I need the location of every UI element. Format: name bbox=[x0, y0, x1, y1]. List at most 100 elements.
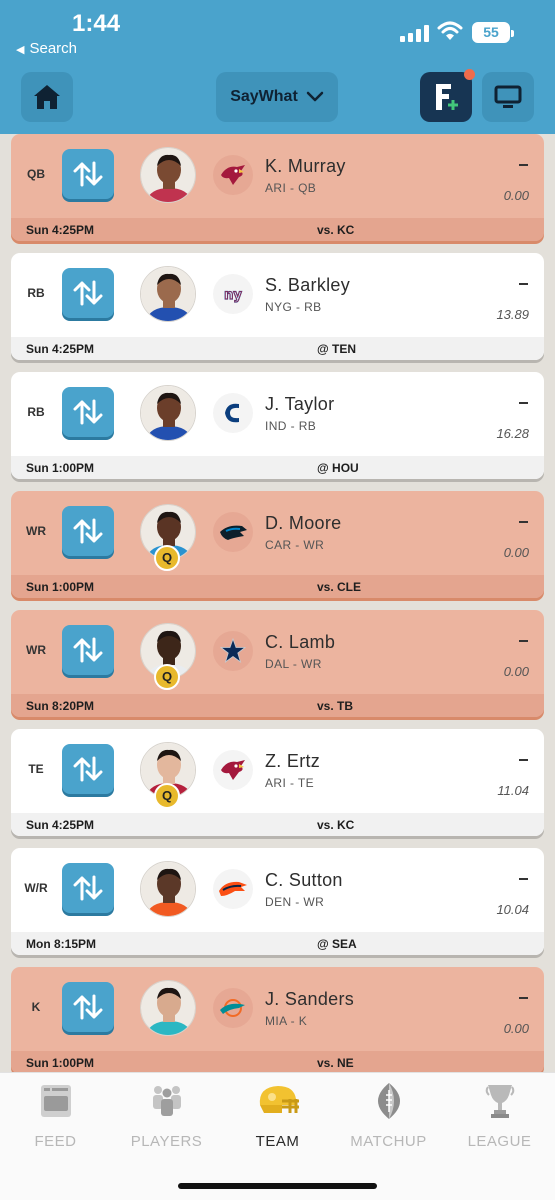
projection-dash bbox=[519, 521, 528, 523]
swap-player-button[interactable] bbox=[62, 744, 114, 794]
player-name[interactable]: J. Taylor bbox=[265, 394, 334, 415]
roster-card[interactable]: RB ny ny S. Barkley NYG - RB 13.89 Sun 4:25PM @… bbox=[11, 253, 544, 360]
roster-card[interactable]: K J. Sanders MIA - K 0.00 Sun 1:00PM vs. NE bbox=[11, 967, 544, 1072]
wifi-icon bbox=[437, 20, 463, 42]
status-time: 1:44 bbox=[72, 10, 121, 37]
swap-arrows-icon bbox=[73, 280, 103, 306]
player-name[interactable]: C. Lamb bbox=[265, 632, 335, 653]
nav-league-label: LEAGUE bbox=[467, 1133, 532, 1150]
colts-logo bbox=[213, 393, 253, 433]
tv-mode-button[interactable] bbox=[482, 72, 534, 122]
roster-slot: K bbox=[31, 1000, 41, 1014]
player-team-position: CAR - WR bbox=[265, 538, 325, 552]
panthers-logo bbox=[213, 512, 253, 552]
opponent: @ HOU bbox=[317, 461, 359, 475]
swap-arrows-icon bbox=[73, 518, 103, 544]
fantasy-plus-icon bbox=[436, 84, 458, 110]
swap-arrows-icon bbox=[73, 875, 103, 901]
bottom-nav: FEED PLAYERS TEAM MATCHUP LEAGUE bbox=[0, 1072, 555, 1200]
player-points: 10.04 bbox=[496, 902, 529, 917]
player-headshot[interactable] bbox=[140, 980, 196, 1036]
team-selector-dropdown[interactable]: SayWhat bbox=[216, 72, 338, 122]
roster-card[interactable]: QB K. Murray ARI - QB 0.00 Sun 4:25PM vs. KC bbox=[11, 134, 544, 241]
game-time: Sun 1:00PM bbox=[26, 461, 95, 475]
nav-team[interactable]: TEAM bbox=[222, 1081, 333, 1150]
roster-card[interactable]: WR Q D. Moore CAR - WR 0.00 Sun 1:00PM vs. CLE bbox=[11, 491, 544, 598]
swap-arrows-icon bbox=[73, 637, 103, 663]
nav-players[interactable]: PLAYERS bbox=[111, 1081, 222, 1150]
nav-league[interactable]: LEAGUE bbox=[444, 1081, 555, 1150]
swap-player-button[interactable] bbox=[62, 863, 114, 913]
nav-team-label: TEAM bbox=[255, 1133, 300, 1150]
player-name[interactable]: J. Sanders bbox=[265, 989, 354, 1010]
player-name[interactable]: K. Murray bbox=[265, 156, 346, 177]
player-points: 0.00 bbox=[503, 545, 529, 560]
dolphins-logo bbox=[213, 988, 253, 1028]
fantasy-add-button[interactable] bbox=[420, 69, 475, 122]
notification-dot bbox=[464, 69, 475, 80]
home-button[interactable] bbox=[21, 72, 73, 122]
cellular-signal-icon bbox=[400, 24, 430, 42]
roster-slot: QB bbox=[27, 167, 45, 181]
swap-player-button[interactable] bbox=[62, 506, 114, 556]
home-icon bbox=[34, 85, 60, 109]
cardinals-logo bbox=[213, 750, 253, 790]
roster-slot: WR bbox=[26, 524, 46, 538]
battery-level: 55 bbox=[483, 24, 499, 40]
nav-matchup[interactable]: MATCHUP bbox=[333, 1081, 444, 1150]
swap-player-button[interactable] bbox=[62, 982, 114, 1032]
player-name[interactable]: D. Moore bbox=[265, 513, 341, 534]
game-time: Sun 4:25PM bbox=[26, 818, 95, 832]
football-icon bbox=[377, 1083, 400, 1119]
game-time: Sun 1:00PM bbox=[26, 580, 95, 594]
game-info-bar: Sun 1:00PM @ HOU bbox=[11, 456, 544, 479]
nav-feed[interactable]: FEED bbox=[0, 1081, 111, 1150]
swap-player-button[interactable] bbox=[62, 268, 114, 318]
player-headshot[interactable] bbox=[140, 266, 196, 322]
roster-list[interactable]: QB K. Murray ARI - QB 0.00 Sun 4:25PM vs. KC R… bbox=[0, 134, 555, 1072]
projection-dash bbox=[519, 997, 528, 999]
game-time: Sun 1:00PM bbox=[26, 1056, 95, 1070]
feed-icon bbox=[40, 1085, 71, 1117]
swap-arrows-icon bbox=[73, 756, 103, 782]
back-to-search-link[interactable]: ◀ Search bbox=[16, 40, 77, 57]
roster-slot: RB bbox=[27, 405, 45, 419]
roster-card[interactable]: RB J. Taylor IND - RB 16.28 Sun 1:00PM @ HOU bbox=[11, 372, 544, 479]
questionable-badge: Q bbox=[154, 664, 180, 690]
player-headshot[interactable] bbox=[140, 385, 196, 441]
game-info-bar: Sun 1:00PM vs. CLE bbox=[11, 575, 544, 598]
nav-feed-label: FEED bbox=[34, 1133, 77, 1150]
player-name[interactable]: S. Barkley bbox=[265, 275, 350, 296]
roster-card[interactable]: TE Q Z. Ertz ARI - TE 11.04 Sun 4:25PM vs. KC bbox=[11, 729, 544, 836]
player-name[interactable]: C. Sutton bbox=[265, 870, 343, 891]
back-label: Search bbox=[29, 40, 77, 57]
game-time: Sun 8:20PM bbox=[26, 699, 95, 713]
game-info-bar: Sun 8:20PM vs. TB bbox=[11, 694, 544, 717]
projection-dash bbox=[519, 640, 528, 642]
swap-arrows-icon bbox=[73, 399, 103, 425]
broncos-logo bbox=[213, 869, 253, 909]
nav-players-label: PLAYERS bbox=[130, 1133, 203, 1150]
roster-card[interactable]: W/R C. Sutton DEN - WR 10.04 Mon 8:15PM @ SEA bbox=[11, 848, 544, 955]
player-headshot[interactable] bbox=[140, 861, 196, 917]
chevron-down-icon bbox=[306, 91, 324, 102]
swap-arrows-icon bbox=[73, 161, 103, 187]
player-name[interactable]: Z. Ertz bbox=[265, 751, 320, 772]
player-points: 0.00 bbox=[503, 1021, 529, 1036]
swap-player-button[interactable] bbox=[62, 625, 114, 675]
trophy-icon bbox=[485, 1085, 514, 1118]
player-team-position: DEN - WR bbox=[265, 895, 325, 909]
projection-dash bbox=[519, 164, 528, 166]
questionable-badge: Q bbox=[154, 783, 180, 809]
back-arrow-icon: ◀ bbox=[16, 44, 25, 56]
battery-icon: 55 bbox=[472, 22, 514, 43]
game-info-bar: Sun 1:00PM vs. NE bbox=[11, 1051, 544, 1072]
team-name: SayWhat bbox=[230, 88, 298, 105]
player-headshot[interactable] bbox=[140, 147, 196, 203]
swap-player-button[interactable] bbox=[62, 149, 114, 199]
game-time: Mon 8:15PM bbox=[26, 937, 97, 951]
roster-card[interactable]: WR Q C. Lamb DAL - WR 0.00 Sun 8:20PM vs. TB bbox=[11, 610, 544, 717]
projection-dash bbox=[519, 759, 528, 761]
home-indicator bbox=[178, 1183, 377, 1189]
swap-player-button[interactable] bbox=[62, 387, 114, 437]
